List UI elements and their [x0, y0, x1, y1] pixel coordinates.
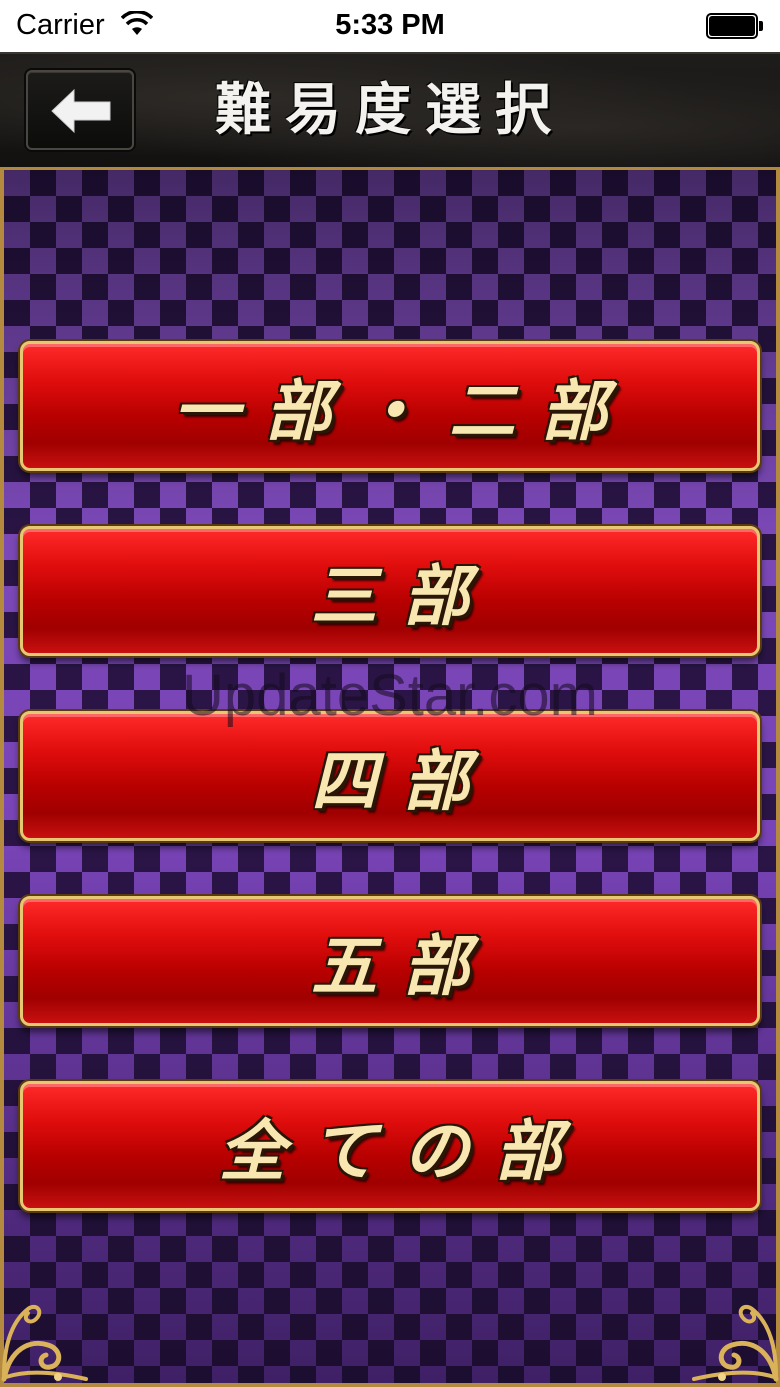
back-button[interactable] — [26, 70, 134, 150]
corner-ornament-icon — [1, 1304, 88, 1382]
screen: Carrier 5:33 PM 難易度選択 一部・二部 三部 四部 五部 全ての… — [0, 0, 780, 1387]
clock-time: 5:33 PM — [335, 9, 445, 41]
part-4-button[interactable]: 四部 — [20, 711, 760, 841]
part-4-label: 四部 — [311, 743, 495, 820]
back-arrow-icon — [51, 88, 111, 134]
part-3-label: 三部 — [311, 558, 495, 635]
carrier-label: Carrier — [16, 9, 105, 41]
header-bar: 難易度選択 — [0, 52, 780, 170]
part-3-button[interactable]: 三部 — [20, 526, 760, 656]
status-bar: Carrier 5:33 PM — [0, 0, 780, 52]
corner-ornament-icon — [692, 1304, 779, 1382]
all-parts-button[interactable]: 全ての部 — [20, 1081, 760, 1211]
part-1-2-button[interactable]: 一部・二部 — [20, 341, 760, 471]
all-parts-label: 全ての部 — [219, 1113, 587, 1190]
part-5-label: 五部 — [311, 928, 495, 1005]
wifi-icon — [121, 11, 153, 35]
part-5-button[interactable]: 五部 — [20, 896, 760, 1026]
battery-icon — [706, 13, 764, 39]
part-1-2-label: 一部・二部 — [173, 373, 633, 450]
